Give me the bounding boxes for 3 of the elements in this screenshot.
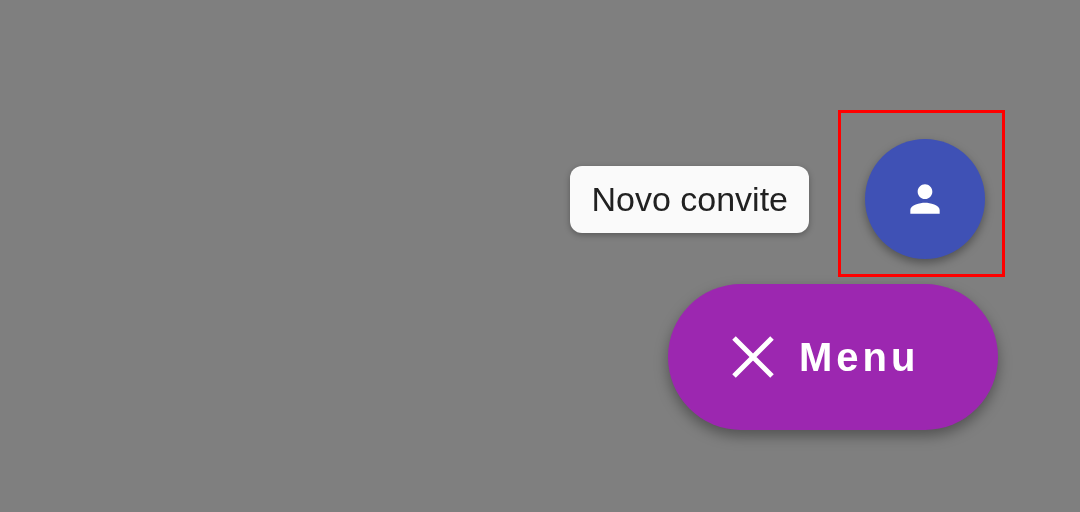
menu-button[interactable]: Menu bbox=[668, 284, 998, 430]
action-label: Novo convite bbox=[570, 166, 809, 233]
person-button[interactable] bbox=[865, 139, 985, 259]
